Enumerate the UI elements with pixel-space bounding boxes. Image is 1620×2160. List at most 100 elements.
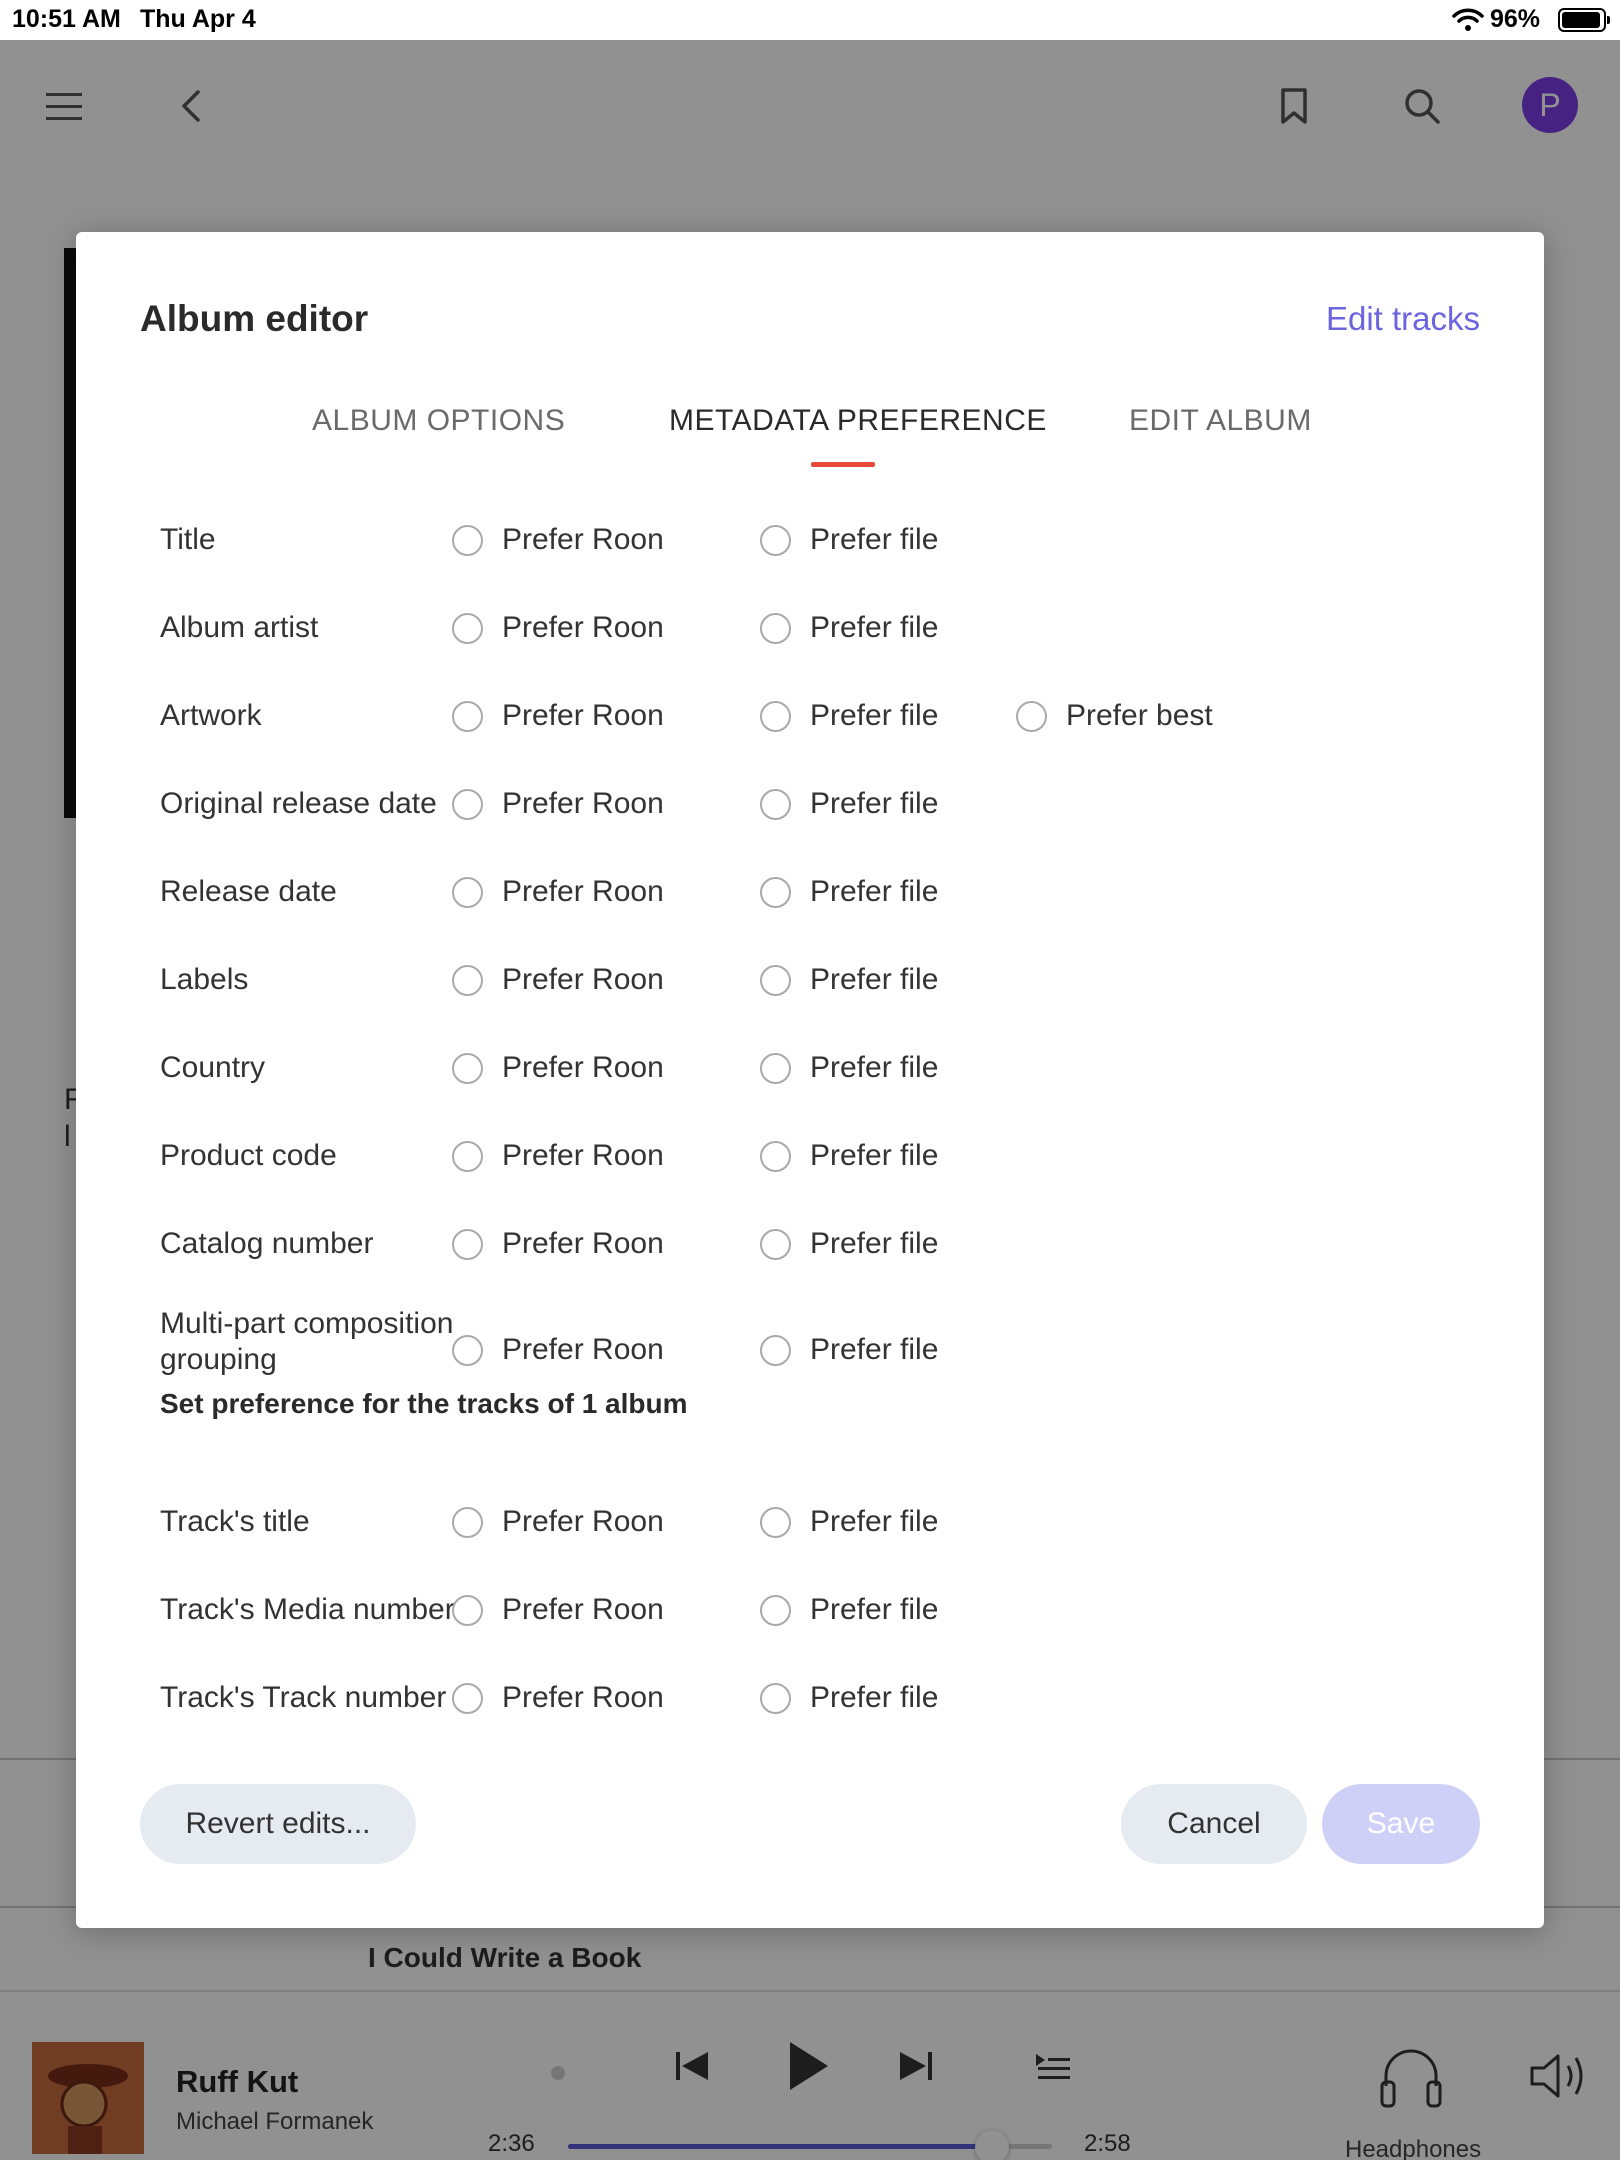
preference-option[interactable]: Prefer file <box>760 1502 938 1542</box>
preference-label: Track's title <box>160 1505 310 1538</box>
preference-option[interactable]: Prefer Roon <box>452 1048 664 1088</box>
radio-button[interactable] <box>760 876 791 908</box>
option-label: Prefer Roon <box>502 963 664 996</box>
radio-button[interactable] <box>452 612 483 644</box>
radio-button[interactable] <box>760 788 791 820</box>
battery-fill <box>1562 12 1601 28</box>
battery-nub <box>1607 16 1610 24</box>
track-section-heading: Set preference for the tracks of 1 album <box>160 1388 688 1419</box>
tab-album-options[interactable]: ALBUM OPTIONS <box>312 404 565 438</box>
radio-button[interactable] <box>760 700 791 732</box>
preference-option[interactable]: Prefer file <box>760 784 938 824</box>
radio-button[interactable] <box>760 1228 791 1260</box>
radio-button[interactable] <box>760 1682 791 1714</box>
preference-option[interactable]: Prefer Roon <box>452 520 664 560</box>
preference-option[interactable]: Prefer Roon <box>452 1502 664 1542</box>
cancel-button[interactable]: Cancel <box>1121 1784 1307 1864</box>
option-label: Prefer file <box>810 523 939 556</box>
preference-row: Track's Media number Prefer Roon Prefer fi… <box>160 1578 1460 1638</box>
preference-row: Release date Prefer Roon Prefer file <box>160 860 1460 920</box>
preference-option[interactable]: Prefer file <box>760 1224 938 1264</box>
radio-button[interactable] <box>452 1140 483 1172</box>
preference-option[interactable]: Prefer Roon <box>452 696 664 736</box>
radio-button[interactable] <box>760 1594 791 1626</box>
option-label: Prefer Roon <box>502 523 664 556</box>
status-time: 10:51 AM <box>12 5 121 33</box>
radio-button[interactable] <box>452 1334 483 1366</box>
radio-button[interactable] <box>760 1052 791 1084</box>
preference-option[interactable]: Prefer Roon <box>452 1678 664 1718</box>
preference-option[interactable]: Prefer file <box>760 1330 938 1370</box>
preference-option[interactable]: Prefer file <box>760 696 938 736</box>
preference-option[interactable]: Prefer file <box>760 1048 938 1088</box>
tab-metadata-preference[interactable]: METADATA PREFERENCE <box>669 404 1047 438</box>
option-label: Prefer file <box>810 1139 939 1172</box>
preference-option[interactable]: Prefer Roon <box>452 872 664 912</box>
radio-button[interactable] <box>760 1334 791 1366</box>
option-label: Prefer Roon <box>502 1681 664 1714</box>
preference-option[interactable]: Prefer Roon <box>452 1136 664 1176</box>
option-label: Prefer file <box>810 1227 939 1260</box>
option-label: Prefer Roon <box>502 1333 664 1366</box>
radio-button[interactable] <box>1016 700 1047 732</box>
edit-tracks-link[interactable]: Edit tracks <box>1326 300 1480 338</box>
preference-option[interactable]: Prefer Roon <box>452 1590 664 1630</box>
preference-option[interactable]: Prefer Roon <box>452 960 664 1000</box>
preference-option[interactable]: Prefer file <box>760 1678 938 1718</box>
option-label: Prefer file <box>810 963 939 996</box>
radio-button[interactable] <box>452 700 483 732</box>
option-label: Prefer Roon <box>502 1505 664 1538</box>
radio-button[interactable] <box>760 612 791 644</box>
radio-button[interactable] <box>760 964 791 996</box>
option-label: Prefer file <box>810 699 939 732</box>
radio-button[interactable] <box>452 1228 483 1260</box>
preference-option[interactable]: Prefer file <box>760 960 938 1000</box>
preference-option[interactable]: Prefer Roon <box>452 1224 664 1264</box>
radio-button[interactable] <box>452 788 483 820</box>
preference-label: Multi-part composition grouping <box>160 1307 454 1376</box>
option-label: Prefer file <box>810 787 939 820</box>
radio-button[interactable] <box>452 1506 483 1538</box>
tab-bar: ALBUM OPTIONS METADATA PREFERENCE EDIT A… <box>76 404 1544 470</box>
preference-row: Track's title Prefer Roon Prefer file <box>160 1490 1460 1550</box>
preference-row: Multi-part composition grouping Prefer Ro… <box>160 1307 1460 1378</box>
option-label: Prefer Roon <box>502 611 664 644</box>
radio-button[interactable] <box>452 1594 483 1626</box>
radio-button[interactable] <box>760 1140 791 1172</box>
preference-row: Title Prefer Roon Prefer file <box>160 508 1460 568</box>
radio-button[interactable] <box>760 524 791 556</box>
radio-button[interactable] <box>452 1682 483 1714</box>
preference-label: Labels <box>160 963 249 996</box>
preference-row: Product code Prefer Roon Prefer file <box>160 1124 1460 1184</box>
option-label: Prefer file <box>810 875 939 908</box>
preference-option[interactable]: Prefer Roon <box>452 784 664 824</box>
preference-row: Album artist Prefer Roon Prefer file <box>160 596 1460 656</box>
preference-option[interactable]: Prefer file <box>760 872 938 912</box>
status-date: Thu Apr 4 <box>140 5 256 33</box>
preference-option[interactable]: Prefer Roon <box>452 608 664 648</box>
radio-button[interactable] <box>452 524 483 556</box>
save-button[interactable]: Save <box>1322 1784 1480 1864</box>
revert-edits-button[interactable]: Revert edits... <box>140 1784 416 1864</box>
preference-row: Artwork Prefer Roon Prefer file Prefer best <box>160 684 1460 744</box>
radio-button[interactable] <box>452 876 483 908</box>
preference-option[interactable]: Prefer file <box>760 1136 938 1176</box>
option-label: Prefer Roon <box>502 1051 664 1084</box>
preference-label: Title <box>160 523 216 556</box>
preference-option[interactable]: Prefer best <box>1016 696 1213 736</box>
option-label: Prefer file <box>810 1333 939 1366</box>
radio-button[interactable] <box>760 1506 791 1538</box>
preference-option[interactable]: Prefer file <box>760 1590 938 1630</box>
preference-option[interactable]: Prefer Roon <box>452 1330 664 1370</box>
preference-option[interactable]: Prefer file <box>760 608 938 648</box>
preference-label: Country <box>160 1051 266 1084</box>
radio-button[interactable] <box>452 964 483 996</box>
option-label: Prefer file <box>810 1051 939 1084</box>
tab-edit-album[interactable]: EDIT ALBUM <box>1129 404 1312 438</box>
preference-row: Original release date Prefer Roon Prefer f… <box>160 772 1460 832</box>
option-label: Prefer Roon <box>502 787 664 820</box>
option-label: Prefer Roon <box>502 1139 664 1172</box>
preference-label: Track's Track number <box>160 1681 447 1714</box>
radio-button[interactable] <box>452 1052 483 1084</box>
preference-option[interactable]: Prefer file <box>760 520 938 560</box>
